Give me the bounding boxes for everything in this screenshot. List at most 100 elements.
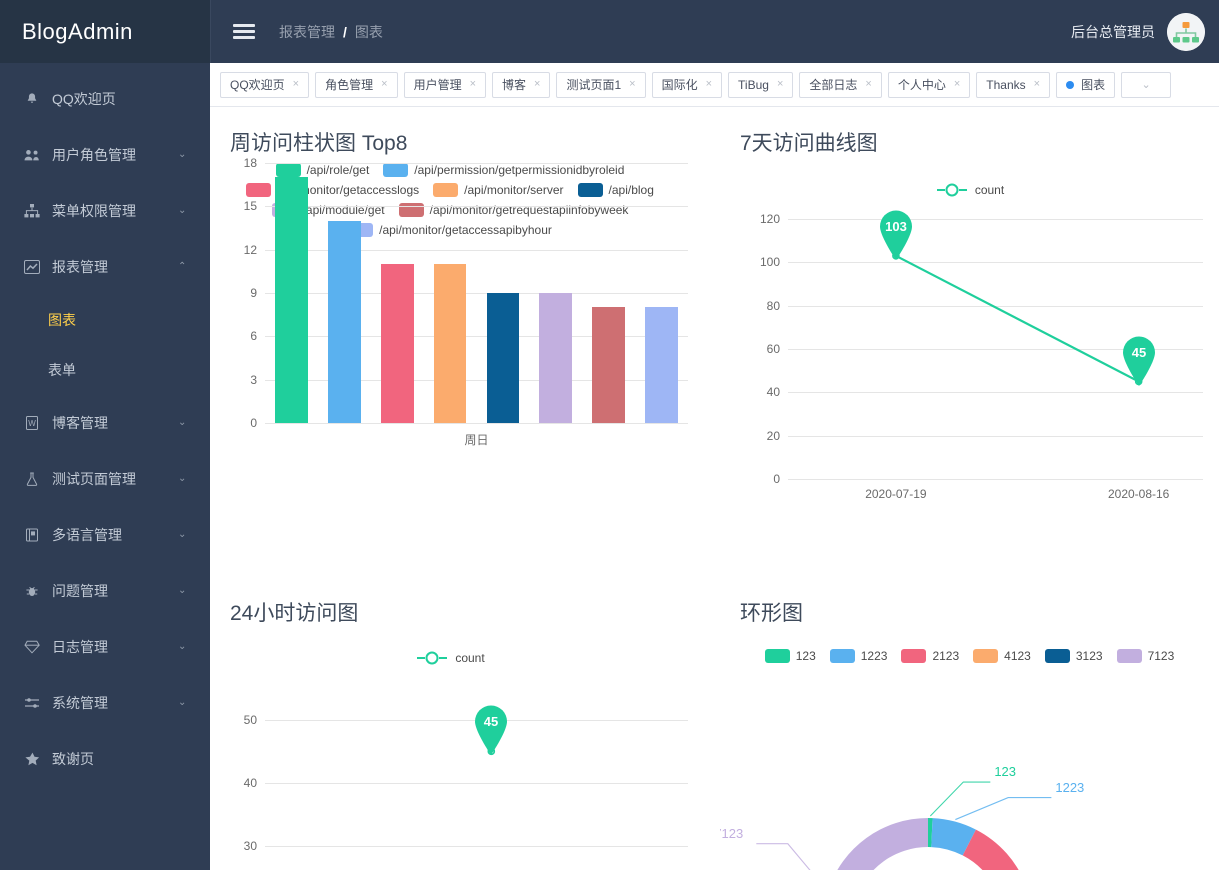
close-icon[interactable]: ×	[629, 79, 635, 90]
sidebar-subitem-form[interactable]: 表单	[0, 345, 210, 395]
tab-all-logs[interactable]: 全部日志 ×	[799, 71, 882, 98]
chevron-down-icon: ⌄	[178, 585, 187, 596]
legend-swatch	[764, 649, 790, 663]
bar[interactable]	[327, 220, 361, 423]
y-axis-tick-label: 40	[766, 385, 780, 400]
hamburger-icon[interactable]	[233, 21, 255, 42]
close-icon[interactable]: ×	[293, 79, 299, 90]
sidebar-item-thanks[interactable]: 致谢页	[0, 731, 210, 787]
legend-item[interactable]: 2123	[901, 649, 959, 663]
legend-label: count	[974, 183, 1005, 197]
sidebar-item-label: 系统管理	[52, 695, 108, 711]
chevron-down-icon: ⌄	[178, 149, 187, 160]
close-icon[interactable]: ×	[534, 79, 540, 90]
legend-item[interactable]: 123	[764, 649, 816, 663]
legend-item[interactable]: 7123	[1116, 649, 1174, 663]
card-donut-chart: 环形图 123 1223 2123 4123 3123 7123 123 122…	[720, 577, 1219, 870]
sidebar-item-report[interactable]: 报表管理 ⌃	[0, 239, 210, 295]
breadcrumb-current: 图表	[354, 23, 383, 40]
y-axis-tick-label: 12	[243, 242, 257, 257]
tab-bar: QQ欢迎页 × 角色管理 × 用户管理 × 博客 × 测试页面1 × 国际化 ×	[210, 63, 1219, 107]
tab-i18n[interactable]: 国际化 ×	[651, 71, 723, 98]
tab-label: Thanks	[986, 77, 1026, 92]
line-marker-icon	[936, 183, 967, 197]
brand-logo[interactable]: BlogAdmin	[0, 0, 210, 63]
y-axis-tick-label: 3	[250, 372, 257, 387]
line-7day-plot-area: 0 20 40 60 80 100 120 103 45 2020-07-19 2020-08-16	[760, 210, 1203, 501]
hamburger-bar	[233, 30, 255, 33]
close-icon[interactable]: ×	[381, 79, 387, 90]
close-icon[interactable]: ×	[1034, 79, 1040, 90]
sidebar-item-qq-welcome[interactable]: QQ欢迎页	[0, 71, 210, 127]
tab-test-page-1[interactable]: 测试页面1 ×	[556, 71, 646, 98]
close-icon[interactable]: ×	[470, 79, 476, 90]
close-icon[interactable]: ×	[954, 79, 960, 90]
sidebar-item-user-role[interactable]: 用户角色管理 ⌄	[0, 127, 210, 183]
tab-more-dropdown[interactable]: ⌄	[1121, 71, 1172, 98]
sidebar-subitem-chart[interactable]: 图表	[0, 295, 210, 345]
active-tab-dot-icon	[1066, 80, 1075, 89]
data-point-pin[interactable]: 45	[469, 703, 513, 756]
legend-swatch	[1044, 649, 1070, 663]
sidebar-item-system[interactable]: 系统管理 ⌄	[0, 675, 210, 731]
avatar[interactable]	[1167, 12, 1205, 51]
legend-item[interactable]: 3123	[1044, 649, 1103, 663]
tab-blog[interactable]: 博客 ×	[492, 71, 551, 98]
hamburger-bar	[233, 36, 255, 39]
user-name[interactable]: 后台总管理员	[1071, 22, 1155, 42]
data-point-pin[interactable]: 45	[1117, 334, 1161, 386]
x-axis-title: 周日	[464, 433, 489, 447]
legend-item[interactable]: 1223	[829, 649, 887, 663]
gridline	[265, 423, 688, 424]
tab-label: 用户管理	[413, 78, 462, 92]
x-axis-tick-label: 2020-07-19	[865, 487, 927, 501]
y-axis-tick-label: 60	[766, 342, 780, 356]
tab-chart[interactable]: 图表	[1056, 71, 1116, 98]
bar[interactable]	[433, 264, 467, 423]
y-axis-tick-label: 120	[759, 212, 780, 226]
tab-role-management[interactable]: 角色管理 ×	[315, 71, 398, 98]
tab-qq-welcome[interactable]: QQ欢迎页 ×	[220, 71, 310, 98]
tab-label: 博客	[502, 78, 527, 92]
svg-text:103: 103	[885, 219, 907, 234]
bar[interactable]	[592, 307, 626, 423]
legend-item[interactable]: 4123	[973, 649, 1031, 663]
sidebar-subitem-label: 图表	[48, 312, 76, 328]
sidebar-item-log[interactable]: 日志管理 ⌄	[0, 619, 210, 675]
sidebar-item-issue[interactable]: 问题管理 ⌄	[0, 563, 210, 619]
tab-user-management[interactable]: 用户管理 ×	[403, 71, 487, 98]
tab-label: 国际化	[661, 78, 698, 92]
legend-item[interactable]: count	[415, 651, 485, 665]
legend-swatch	[1116, 649, 1142, 663]
chevron-down-icon: ⌄	[178, 417, 187, 428]
breadcrumb-parent[interactable]: 报表管理	[279, 22, 335, 42]
flask-icon	[22, 472, 42, 486]
bar[interactable]	[275, 177, 308, 423]
close-icon[interactable]: ×	[865, 79, 871, 90]
tab-thanks[interactable]: Thanks ×	[976, 71, 1051, 98]
tab-personal-center[interactable]: 个人中心 ×	[887, 71, 971, 98]
line-chart-7day: count 0 20 40 60 80 100 120 103 45 2020-07-19 2020…	[730, 163, 1209, 501]
chevron-up-icon: ⌃	[178, 261, 187, 272]
line-24h-plot-area: 30 40 50 45	[244, 688, 688, 870]
charts-grid: 周访问柱状图 Top8 /api/role/get /api/permissio…	[210, 107, 1219, 870]
sidebar-item-label: QQ欢迎页	[52, 91, 116, 107]
bar[interactable]	[645, 307, 678, 423]
legend-item[interactable]: count	[935, 183, 1004, 197]
close-icon[interactable]: ×	[777, 79, 783, 90]
bar[interactable]	[380, 264, 414, 423]
sidebar-item-blog[interactable]: W 博客管理 ⌄	[0, 395, 210, 451]
sidebar-item-i18n[interactable]: 多语言管理 ⌄	[0, 507, 210, 563]
sidebar-item-label: 菜单权限管理	[52, 203, 136, 219]
svg-text:45: 45	[1131, 345, 1145, 360]
tab-tibug[interactable]: TiBug ×	[728, 71, 794, 98]
data-point-pin[interactable]: 103	[874, 208, 918, 260]
sidebar-item-menu-permission[interactable]: 菜单权限管理 ⌄	[0, 183, 210, 239]
tab-label: 测试页面1	[566, 78, 622, 92]
bar[interactable]	[539, 293, 573, 423]
bar[interactable]	[486, 293, 520, 423]
sidebar-item-label: 问题管理	[52, 583, 108, 599]
sidebar-item-test-page[interactable]: 测试页面管理 ⌄	[0, 451, 210, 507]
close-icon[interactable]: ×	[706, 79, 712, 90]
legend-label: 2123	[932, 649, 960, 663]
